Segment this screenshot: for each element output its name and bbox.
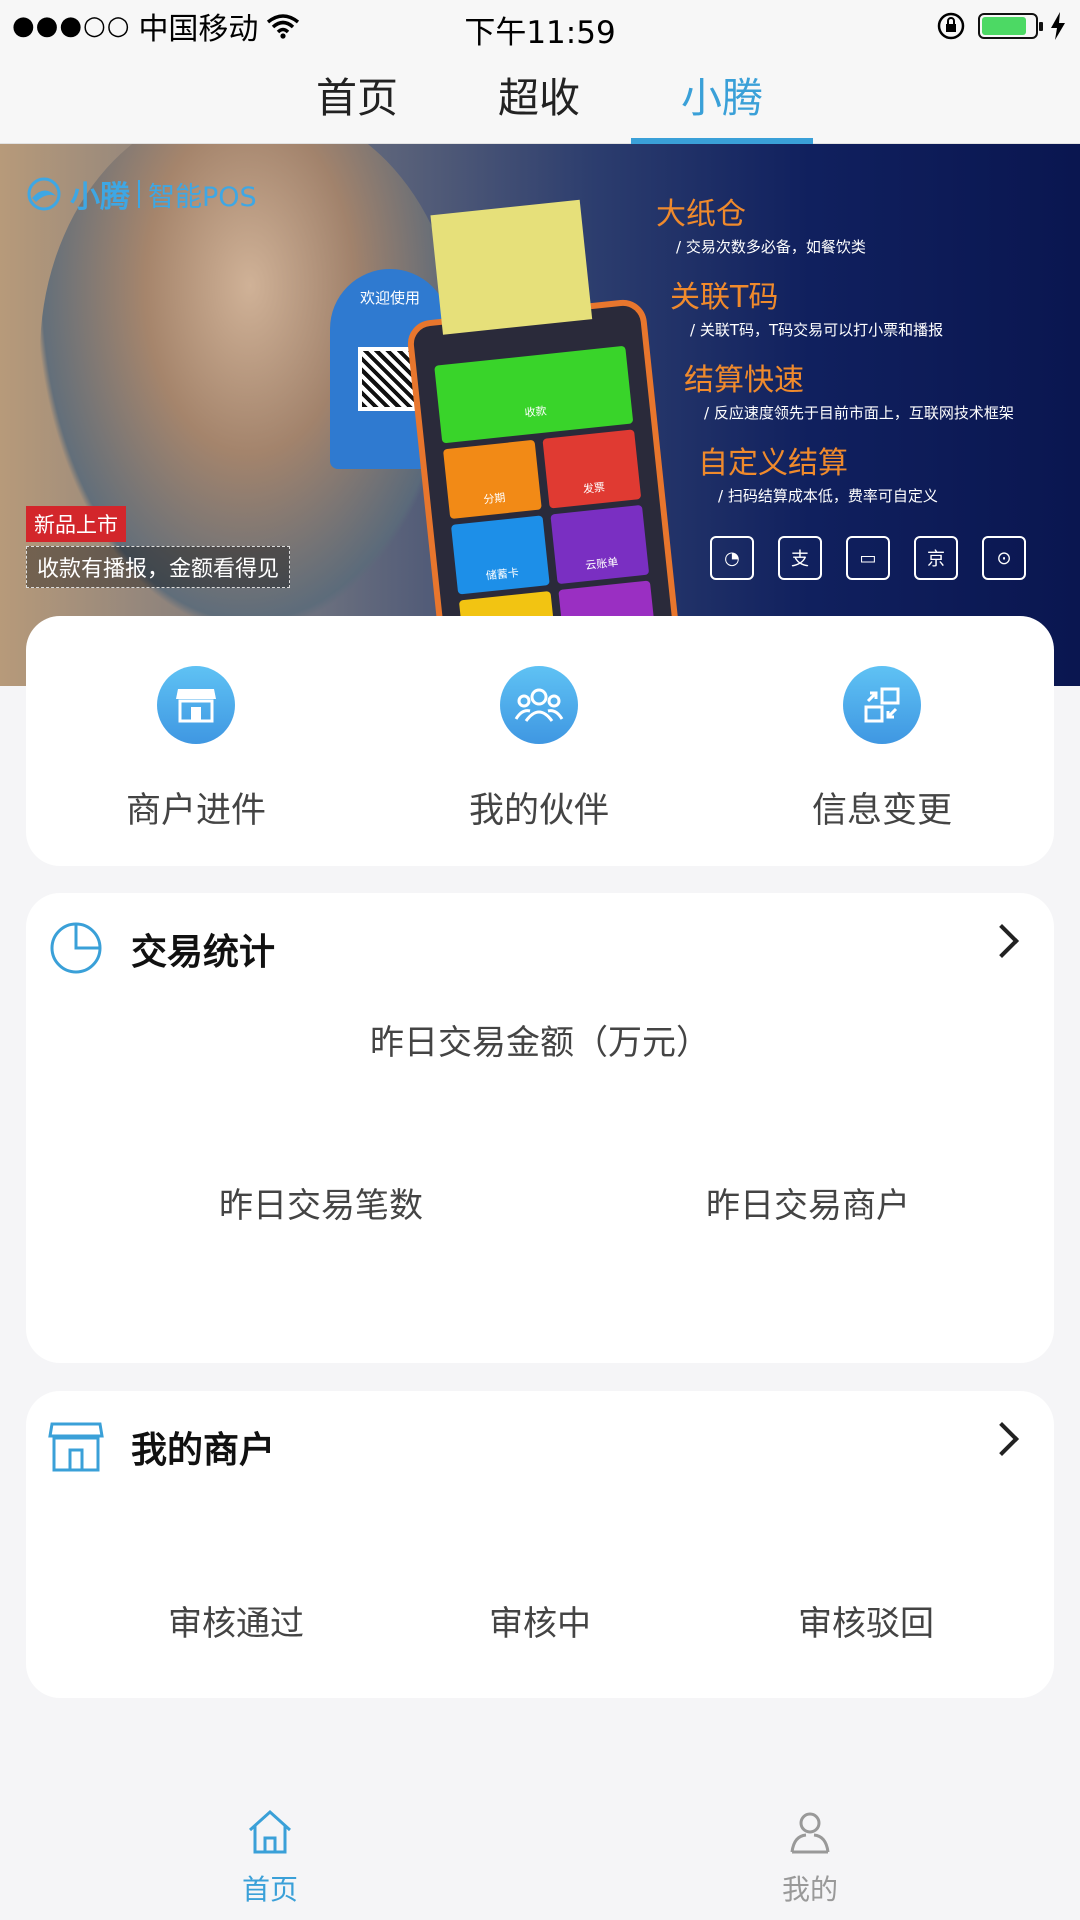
feature-desc-1: / 交易次数多必备，如餐饮类 [676,238,866,256]
tab-home[interactable]: 首页 [266,52,448,144]
banner-slogan: 收款有播报，金额看得见 [26,546,291,588]
partners-icon [500,666,578,744]
reviewing-label[interactable]: 审核中 [390,1596,690,1645]
top-tab-bar: 首页 超收 小腾 [0,52,1080,144]
yesterday-count-label: 昨日交易笔数 [219,1186,423,1226]
bottom-tab-bar: 首页 我的 [0,1780,1080,1920]
user-icon [790,1812,830,1854]
stand-text: 欢迎使用 [359,289,420,307]
pos-tile-debit: 储蓄卡 [450,515,550,595]
jd-wallet-icon: 京 [914,536,958,580]
chevron-right-icon [985,924,1019,958]
feature-title-2: 关联T码 [670,280,779,315]
rejected-label[interactable]: 审核驳回 [716,1596,1016,1645]
feature-title-1: 大纸仓 [656,197,746,232]
alipay-icon: 支 [778,536,822,580]
approved-label[interactable]: 审核通过 [86,1596,386,1645]
feature-desc-3: / 反应速度领先于目前市面上，互联网技术框架 [704,404,1014,422]
feature-title-3: 结算快速 [684,363,804,398]
promo-banner[interactable]: 小腾 智能POS 欢迎使用 收款 分期 发票 储蓄卡 云账单 设置 大纸仓 / … [0,144,1080,686]
exchange-icon [843,666,921,744]
pos-tile-collect: 收款 [434,345,634,444]
store-outline-icon [48,1422,104,1472]
brand-name: 小腾 [70,180,130,215]
chevron-right-icon [985,1422,1019,1456]
tabbar-home[interactable]: 首页 [170,1808,370,1908]
brand-divider [138,180,140,208]
info-change-button[interactable]: 信息变更 [782,666,982,833]
new-product-badge: 新品上市 [26,506,126,542]
tab-xiaoteng[interactable]: 小腾 [631,52,813,144]
my-merchants-header[interactable]: 我的商户 [26,1391,1054,1501]
trade-stats-header[interactable]: 交易统计 [26,893,1054,1003]
yesterday-merchants-label: 昨日交易商户 [706,1186,910,1226]
pos-tile-invoice: 发票 [542,429,642,509]
quick-action-label: 信息变更 [811,791,952,831]
tabbar-mine[interactable]: 我的 [710,1808,910,1908]
wechat-pay-icon: ◔ [710,536,754,580]
orientation-lock-icon [937,12,965,40]
feature-desc-2: / 关联T码，T码交易可以打小票和播报 [690,321,944,339]
quick-actions-card: 商户进件 我的伙伴 信息变更 [26,616,1054,866]
status-time: 下午11:59 [464,15,616,51]
trade-stats-card: 交易统计 昨日交易金额（万元） 昨日交易笔数 昨日交易商户 [26,893,1054,1363]
status-right [936,10,1066,42]
store-icon [157,666,235,744]
tabbar-label: 我的 [781,1873,838,1906]
pos-tile-cloud-bill: 云账单 [550,504,650,585]
yesterday-amount-label: 昨日交易金额（万元） [370,1023,710,1063]
merchant-onboarding-button[interactable]: 商户进件 [96,666,296,833]
bestpay-icon: ⊙ [982,536,1026,580]
tabbar-label: 首页 [241,1873,298,1906]
quick-action-label: 我的伙伴 [468,791,609,831]
banner-brand: 小腾 智能POS [26,172,257,216]
xiaoteng-logo-icon [27,177,61,211]
charging-icon [1051,12,1065,40]
my-merchants-card: 我的商户 审核通过 审核中 审核驳回 [26,1391,1054,1698]
battery-level [982,17,1027,35]
receipt-paper [430,199,593,335]
status-bar: ●●●○○ 中国移动 下午11:59 [0,0,1080,52]
unionpay-icon: ▭ [846,536,890,580]
payment-icons: ◔ 支 ▭ 京 ⊙ [710,536,1026,580]
my-partners-button[interactable]: 我的伙伴 [439,666,639,833]
brand-subtitle: 智能POS [148,181,257,213]
pos-tile-installment: 分期 [442,439,542,519]
trade-stats-title: 交易统计 [131,932,276,973]
pie-chart-icon [50,922,102,974]
quick-action-label: 商户进件 [125,791,266,831]
feature-title-4: 自定义结算 [698,446,848,481]
feature-desc-4: / 扫码结算成本低，费率可自定义 [718,487,938,505]
my-merchants-title: 我的商户 [131,1430,276,1471]
home-icon [248,1809,292,1854]
battery-icon [978,13,1043,39]
tab-chaoshou[interactable]: 超收 [448,52,630,144]
